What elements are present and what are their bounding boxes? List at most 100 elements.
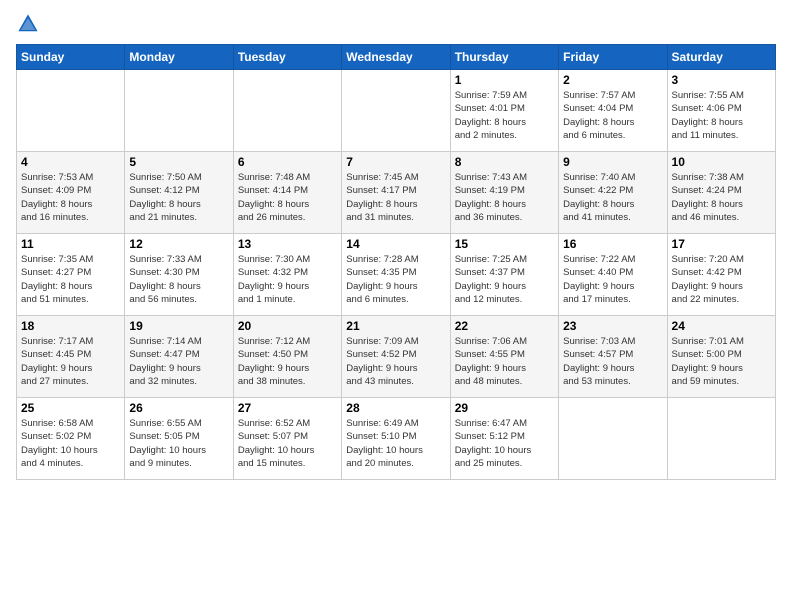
day-info: Sunrise: 7:06 AM Sunset: 4:55 PM Dayligh… — [455, 335, 554, 388]
day-number: 16 — [563, 237, 662, 251]
day-info: Sunrise: 6:55 AM Sunset: 5:05 PM Dayligh… — [129, 417, 228, 470]
day-info: Sunrise: 7:35 AM Sunset: 4:27 PM Dayligh… — [21, 253, 120, 306]
calendar-cell: 29 Sunrise: 6:47 AM Sunset: 5:12 PM Dayli… — [450, 398, 558, 480]
header — [16, 12, 776, 36]
calendar-cell — [559, 398, 667, 480]
calendar-cell: 9 Sunrise: 7:40 AM Sunset: 4:22 PM Daylig… — [559, 152, 667, 234]
calendar-week-row: 18Sunrise: 7:17 AM Sunset: 4:45 PM Dayli… — [17, 316, 776, 398]
day-number: 15 — [455, 237, 554, 251]
calendar-week-row: 25Sunrise: 6:58 AM Sunset: 5:02 PM Dayli… — [17, 398, 776, 480]
day-info: Sunrise: 7:30 AM Sunset: 4:32 PM Dayligh… — [238, 253, 337, 306]
calendar-cell: 20 Sunrise: 7:12 AM Sunset: 4:50 PM Dayli… — [233, 316, 341, 398]
day-info: Sunrise: 7:14 AM Sunset: 4:47 PM Dayligh… — [129, 335, 228, 388]
day-info: Sunrise: 7:40 AM Sunset: 4:22 PM Dayligh… — [563, 171, 662, 224]
calendar-cell: 3 Sunrise: 7:55 AM Sunset: 4:06 PM Daylig… — [667, 70, 775, 152]
calendar-cell — [125, 70, 233, 152]
day-info: Sunrise: 6:52 AM Sunset: 5:07 PM Dayligh… — [238, 417, 337, 470]
day-number: 5 — [129, 155, 228, 169]
day-number: 9 — [563, 155, 662, 169]
calendar-table: SundayMondayTuesdayWednesdayThursdayFrid… — [16, 44, 776, 480]
calendar-cell: 5 Sunrise: 7:50 AM Sunset: 4:12 PM Daylig… — [125, 152, 233, 234]
day-info: Sunrise: 7:55 AM Sunset: 4:06 PM Dayligh… — [672, 89, 771, 142]
calendar-cell: 10 Sunrise: 7:38 AM Sunset: 4:24 PM Dayli… — [667, 152, 775, 234]
day-number: 3 — [672, 73, 771, 87]
weekday-header: Sunday — [17, 45, 125, 70]
day-number: 8 — [455, 155, 554, 169]
calendar-cell: 2Sunrise: 7:57 AM Sunset: 4:04 PM Daylig… — [559, 70, 667, 152]
logo — [16, 12, 44, 36]
calendar-cell: 13 Sunrise: 7:30 AM Sunset: 4:32 PM Dayli… — [233, 234, 341, 316]
calendar-cell — [233, 70, 341, 152]
weekday-header: Monday — [125, 45, 233, 70]
day-number: 29 — [455, 401, 554, 415]
day-info: Sunrise: 7:57 AM Sunset: 4:04 PM Dayligh… — [563, 89, 662, 142]
day-number: 10 — [672, 155, 771, 169]
day-info: Sunrise: 7:22 AM Sunset: 4:40 PM Dayligh… — [563, 253, 662, 306]
day-info: Sunrise: 7:45 AM Sunset: 4:17 PM Dayligh… — [346, 171, 445, 224]
calendar-cell — [667, 398, 775, 480]
day-info: Sunrise: 7:09 AM Sunset: 4:52 PM Dayligh… — [346, 335, 445, 388]
day-info: Sunrise: 7:20 AM Sunset: 4:42 PM Dayligh… — [672, 253, 771, 306]
calendar-week-row: 4 Sunrise: 7:53 AM Sunset: 4:09 PM Daylig… — [17, 152, 776, 234]
day-info: Sunrise: 7:01 AM Sunset: 5:00 PM Dayligh… — [672, 335, 771, 388]
weekday-header: Friday — [559, 45, 667, 70]
calendar-cell: 25Sunrise: 6:58 AM Sunset: 5:02 PM Dayli… — [17, 398, 125, 480]
day-number: 27 — [238, 401, 337, 415]
weekday-header-row: SundayMondayTuesdayWednesdayThursdayFrid… — [17, 45, 776, 70]
day-number: 22 — [455, 319, 554, 333]
calendar-cell — [342, 70, 450, 152]
calendar-cell: 28 Sunrise: 6:49 AM Sunset: 5:10 PM Dayli… — [342, 398, 450, 480]
day-info: Sunrise: 7:12 AM Sunset: 4:50 PM Dayligh… — [238, 335, 337, 388]
weekday-header: Tuesday — [233, 45, 341, 70]
day-number: 6 — [238, 155, 337, 169]
weekday-header: Thursday — [450, 45, 558, 70]
calendar-cell: 16 Sunrise: 7:22 AM Sunset: 4:40 PM Dayli… — [559, 234, 667, 316]
day-info: Sunrise: 7:28 AM Sunset: 4:35 PM Dayligh… — [346, 253, 445, 306]
day-info: Sunrise: 7:50 AM Sunset: 4:12 PM Dayligh… — [129, 171, 228, 224]
calendar-cell: 14 Sunrise: 7:28 AM Sunset: 4:35 PM Dayli… — [342, 234, 450, 316]
day-number: 14 — [346, 237, 445, 251]
calendar-cell: 22 Sunrise: 7:06 AM Sunset: 4:55 PM Dayli… — [450, 316, 558, 398]
calendar-cell: 19 Sunrise: 7:14 AM Sunset: 4:47 PM Dayli… — [125, 316, 233, 398]
day-info: Sunrise: 7:48 AM Sunset: 4:14 PM Dayligh… — [238, 171, 337, 224]
day-info: Sunrise: 7:38 AM Sunset: 4:24 PM Dayligh… — [672, 171, 771, 224]
day-info: Sunrise: 7:17 AM Sunset: 4:45 PM Dayligh… — [21, 335, 120, 388]
day-number: 4 — [21, 155, 120, 169]
calendar-cell: 8 Sunrise: 7:43 AM Sunset: 4:19 PM Daylig… — [450, 152, 558, 234]
day-number: 11 — [21, 237, 120, 251]
calendar-cell: 26 Sunrise: 6:55 AM Sunset: 5:05 PM Dayli… — [125, 398, 233, 480]
calendar-cell: 18Sunrise: 7:17 AM Sunset: 4:45 PM Dayli… — [17, 316, 125, 398]
calendar-cell: 27 Sunrise: 6:52 AM Sunset: 5:07 PM Dayli… — [233, 398, 341, 480]
day-number: 28 — [346, 401, 445, 415]
calendar-week-row: 1 Sunrise: 7:59 AM Sunset: 4:01 PM Daylig… — [17, 70, 776, 152]
day-info: Sunrise: 7:59 AM Sunset: 4:01 PM Dayligh… — [455, 89, 554, 142]
day-number: 25 — [21, 401, 120, 415]
day-number: 21 — [346, 319, 445, 333]
day-info: Sunrise: 7:53 AM Sunset: 4:09 PM Dayligh… — [21, 171, 120, 224]
day-number: 26 — [129, 401, 228, 415]
calendar-cell: 12 Sunrise: 7:33 AM Sunset: 4:30 PM Dayli… — [125, 234, 233, 316]
day-info: Sunrise: 7:25 AM Sunset: 4:37 PM Dayligh… — [455, 253, 554, 306]
calendar-cell: 17Sunrise: 7:20 AM Sunset: 4:42 PM Dayli… — [667, 234, 775, 316]
day-info: Sunrise: 7:03 AM Sunset: 4:57 PM Dayligh… — [563, 335, 662, 388]
day-number: 19 — [129, 319, 228, 333]
day-info: Sunrise: 6:47 AM Sunset: 5:12 PM Dayligh… — [455, 417, 554, 470]
calendar-week-row: 11 Sunrise: 7:35 AM Sunset: 4:27 PM Dayli… — [17, 234, 776, 316]
calendar-cell: 6 Sunrise: 7:48 AM Sunset: 4:14 PM Daylig… — [233, 152, 341, 234]
day-info: Sunrise: 7:43 AM Sunset: 4:19 PM Dayligh… — [455, 171, 554, 224]
day-number: 12 — [129, 237, 228, 251]
day-number: 1 — [455, 73, 554, 87]
day-number: 20 — [238, 319, 337, 333]
calendar-cell: 7 Sunrise: 7:45 AM Sunset: 4:17 PM Daylig… — [342, 152, 450, 234]
day-number: 7 — [346, 155, 445, 169]
day-number: 13 — [238, 237, 337, 251]
day-info: Sunrise: 7:33 AM Sunset: 4:30 PM Dayligh… — [129, 253, 228, 306]
day-number: 23 — [563, 319, 662, 333]
calendar-cell — [17, 70, 125, 152]
weekday-header: Wednesday — [342, 45, 450, 70]
day-info: Sunrise: 6:49 AM Sunset: 5:10 PM Dayligh… — [346, 417, 445, 470]
calendar-cell: 24Sunrise: 7:01 AM Sunset: 5:00 PM Dayli… — [667, 316, 775, 398]
calendar-cell: 11 Sunrise: 7:35 AM Sunset: 4:27 PM Dayli… — [17, 234, 125, 316]
calendar-cell: 4 Sunrise: 7:53 AM Sunset: 4:09 PM Daylig… — [17, 152, 125, 234]
calendar-cell: 21 Sunrise: 7:09 AM Sunset: 4:52 PM Dayli… — [342, 316, 450, 398]
